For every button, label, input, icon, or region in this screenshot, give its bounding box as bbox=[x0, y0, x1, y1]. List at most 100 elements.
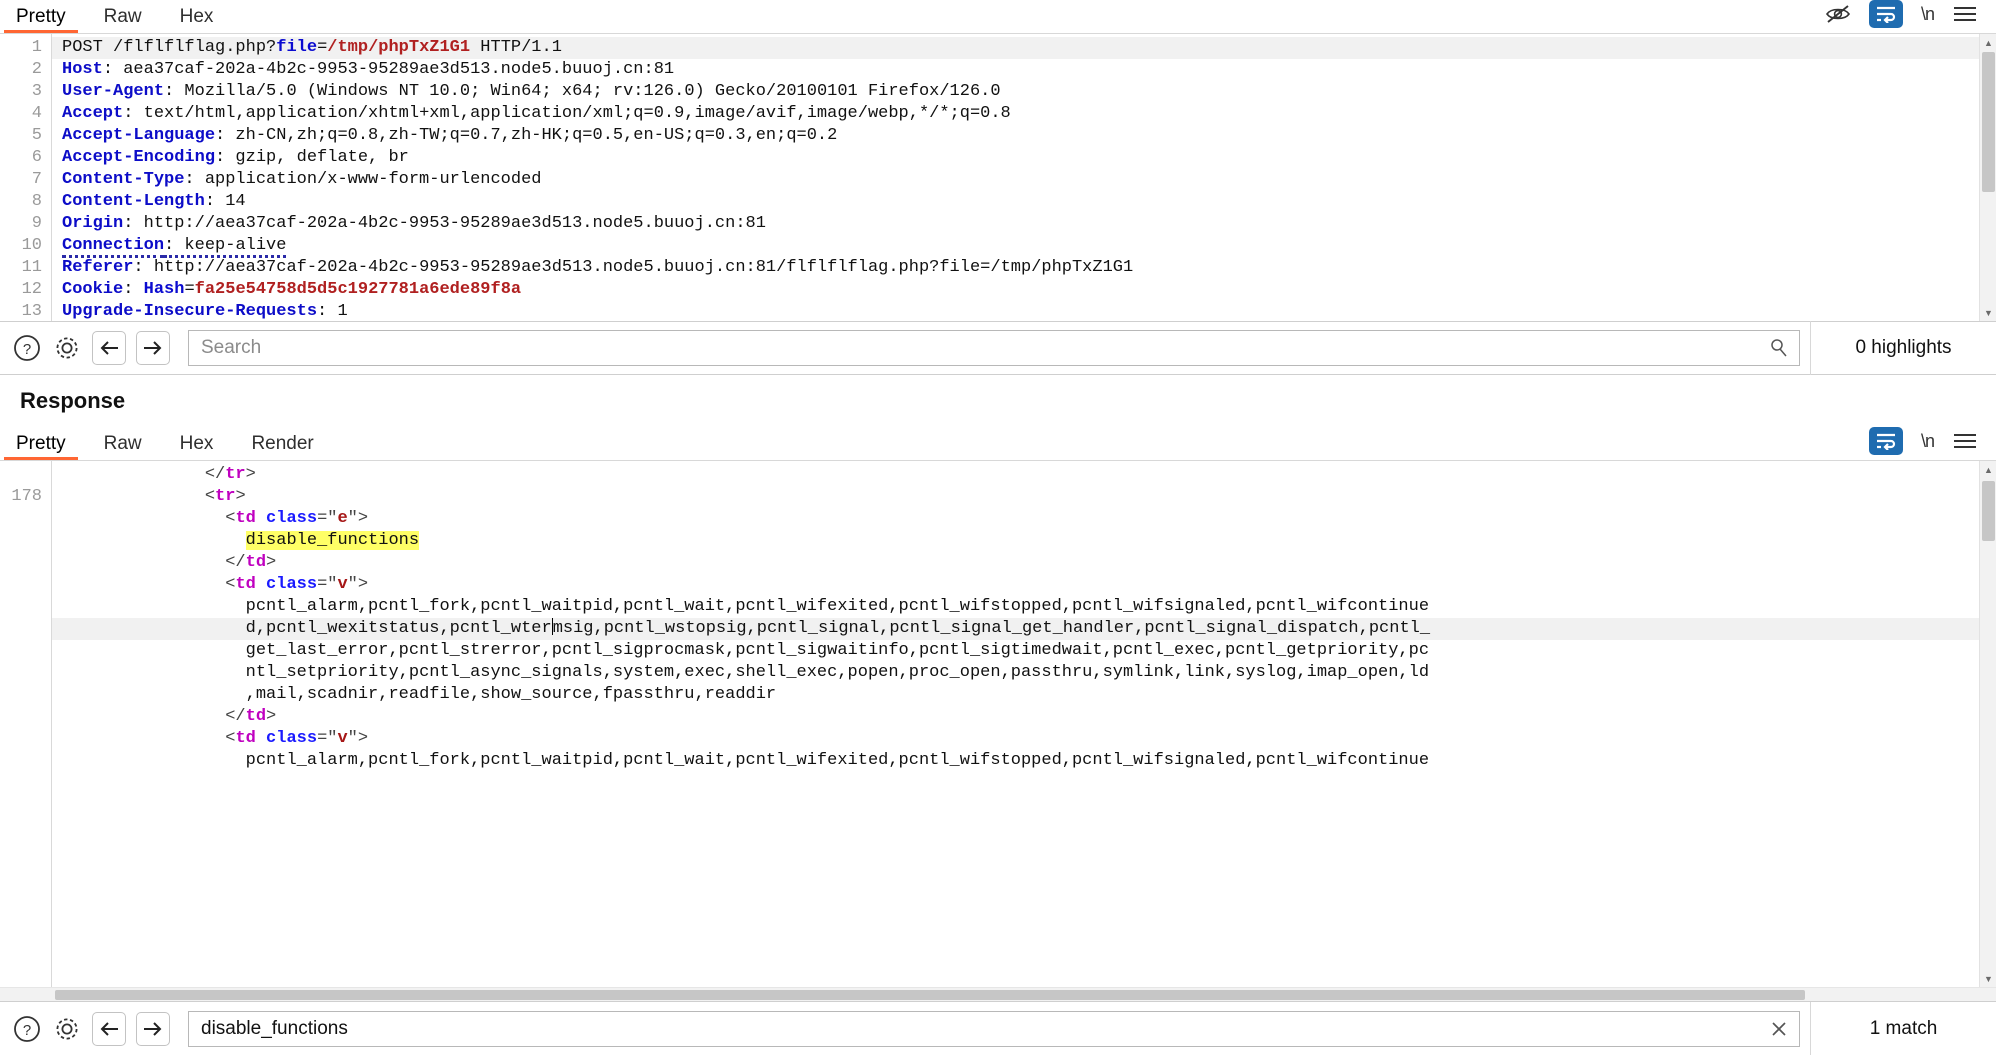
tab-response-render[interactable]: Render bbox=[235, 434, 329, 461]
code-token: td bbox=[235, 509, 256, 528]
help-circle-icon[interactable]: ? bbox=[12, 333, 42, 363]
code-line: <tr> bbox=[52, 486, 1996, 508]
search-forward-button[interactable] bbox=[136, 331, 170, 365]
gear-icon[interactable] bbox=[52, 1014, 82, 1044]
code-token: : 14 bbox=[204, 192, 246, 211]
code-token: d,pcntl_wexitstatus,pcntl_wter bbox=[245, 619, 552, 638]
hamburger-menu-icon[interactable] bbox=[1952, 5, 1978, 23]
scroll-down-arrow[interactable]: ▼ bbox=[1980, 304, 1996, 321]
tab-label: Raw bbox=[103, 433, 142, 454]
response-code-content[interactable]: </tr> <tr> <td class="e"> disable_functi… bbox=[52, 461, 1996, 987]
newline-toggle-label[interactable]: \n bbox=[1921, 431, 1935, 452]
tab-response-pretty[interactable]: Pretty bbox=[0, 434, 82, 461]
response-search-input[interactable] bbox=[189, 1011, 1799, 1046]
code-token: file bbox=[276, 38, 318, 57]
code-token: : gzip, deflate, br bbox=[215, 148, 409, 167]
request-tabstrip: Pretty Raw Hex \n bbox=[0, 0, 1996, 34]
scroll-down-arrow[interactable]: ▼ bbox=[1980, 970, 1996, 987]
code-token: /tmp/phpTxZ1G1 bbox=[327, 38, 471, 57]
line-number bbox=[0, 464, 42, 486]
scroll-up-arrow[interactable]: ▲ bbox=[1980, 34, 1996, 51]
code-token: : application/x-www-form-urlencoded bbox=[184, 170, 542, 189]
code-token: tr bbox=[215, 487, 236, 506]
tab-request-hex[interactable]: Hex bbox=[164, 7, 230, 34]
scrollbar-thumb[interactable] bbox=[55, 990, 1805, 1000]
response-tabs: Pretty Raw Hex Render bbox=[0, 427, 336, 461]
code-token: : zh-CN,zh;q=0.8,zh-TW;q=0.7,zh-HK;q=0.5… bbox=[215, 126, 838, 145]
code-token: User-Agent bbox=[62, 82, 165, 101]
burp-suite-repeater-window: Pretty Raw Hex \n 1 2 3 4 5 6 7 8 9 10 11 12 13 POST… bbox=[0, 0, 1996, 1055]
code-token: : 1 bbox=[317, 302, 348, 321]
code-token: < bbox=[225, 729, 236, 748]
line-number bbox=[0, 552, 42, 574]
word-wrap-icon[interactable] bbox=[1868, 427, 1903, 455]
code-line: ntl_setpriority,pcntl_async_signals,syst… bbox=[52, 662, 1996, 684]
code-token: Upgrade-Insecure-Requests bbox=[62, 302, 318, 321]
request-code-content[interactable]: POST /flflflflag.php?file=/tmp/phpTxZ1G1… bbox=[52, 34, 1996, 321]
response-horizontal-scrollbar[interactable] bbox=[0, 987, 1996, 1001]
code-token: > bbox=[245, 465, 256, 484]
tab-label: Pretty bbox=[16, 6, 66, 27]
code-line: ,mail,scadnir,readfile,show_source,fpass… bbox=[52, 684, 1996, 706]
code-token: > bbox=[266, 553, 277, 572]
help-circle-icon[interactable]: ? bbox=[12, 1014, 42, 1044]
code-token: Accept bbox=[62, 104, 124, 123]
magnifier-icon[interactable] bbox=[1769, 338, 1789, 358]
search-back-button[interactable] bbox=[92, 1011, 126, 1046]
response-search-field[interactable] bbox=[188, 1010, 1800, 1047]
close-icon[interactable] bbox=[1769, 1019, 1789, 1039]
response-tabstrip: Pretty Raw Hex Render \n bbox=[0, 427, 1996, 461]
search-forward-button[interactable] bbox=[136, 1011, 170, 1046]
svg-text:?: ? bbox=[23, 1022, 31, 1039]
request-search-field[interactable] bbox=[188, 330, 1800, 366]
tab-request-raw[interactable]: Raw bbox=[88, 7, 158, 34]
code-token: "> bbox=[347, 729, 369, 748]
scroll-up-arrow[interactable]: ▲ bbox=[1980, 461, 1996, 478]
line-number: 11 bbox=[21, 258, 42, 277]
tab-response-raw[interactable]: Raw bbox=[88, 434, 158, 461]
code-token: POST /flflflflag.php? bbox=[62, 38, 277, 57]
line-number: 5 bbox=[31, 126, 42, 145]
search-back-button[interactable] bbox=[92, 331, 126, 365]
code-token: td bbox=[245, 553, 267, 572]
hamburger-menu-icon[interactable] bbox=[1952, 432, 1978, 450]
scrollbar-thumb[interactable] bbox=[1982, 52, 1995, 192]
request-tabs: Pretty Raw Hex bbox=[0, 0, 235, 34]
code-token: e bbox=[337, 509, 348, 528]
word-wrap-icon[interactable] bbox=[1868, 0, 1903, 28]
tab-request-pretty[interactable]: Pretty bbox=[0, 7, 82, 34]
code-line: pcntl_alarm,pcntl_fork,pcntl_waitpid,pcn… bbox=[52, 750, 1996, 772]
code-line: Accept-Encoding: gzip, deflate, br bbox=[52, 147, 1996, 169]
request-vertical-scrollbar[interactable]: ▲ ▼ bbox=[1979, 34, 1996, 321]
code-token: "> bbox=[347, 575, 369, 594]
line-number: 12 bbox=[21, 280, 42, 299]
tab-response-hex[interactable]: Hex bbox=[164, 434, 230, 461]
line-number: 6 bbox=[31, 148, 42, 167]
tab-label: Render bbox=[251, 433, 314, 454]
code-token: Accept-Encoding bbox=[62, 148, 216, 167]
code-line: Content-Length: 14 bbox=[52, 191, 1996, 213]
request-search-input[interactable] bbox=[189, 331, 1799, 365]
response-match-count: 1 match bbox=[1810, 1001, 1996, 1055]
scrollbar-thumb[interactable] bbox=[1982, 481, 1995, 541]
newline-toggle-label[interactable]: \n bbox=[1921, 4, 1935, 25]
code-line: pcntl_alarm,pcntl_fork,pcntl_waitpid,pcn… bbox=[52, 596, 1996, 618]
line-number bbox=[0, 574, 42, 596]
eye-off-icon[interactable] bbox=[1825, 4, 1851, 24]
line-number: 13 bbox=[21, 302, 42, 321]
code-token: get_last_error,pcntl_strerror,pcntl_sigp… bbox=[245, 641, 1430, 660]
gear-icon[interactable] bbox=[52, 333, 82, 363]
line-number bbox=[0, 618, 42, 640]
line-number: 1 bbox=[31, 38, 42, 57]
code-token: class bbox=[266, 729, 318, 748]
response-vertical-scrollbar[interactable]: ▲ ▼ bbox=[1979, 461, 1996, 987]
